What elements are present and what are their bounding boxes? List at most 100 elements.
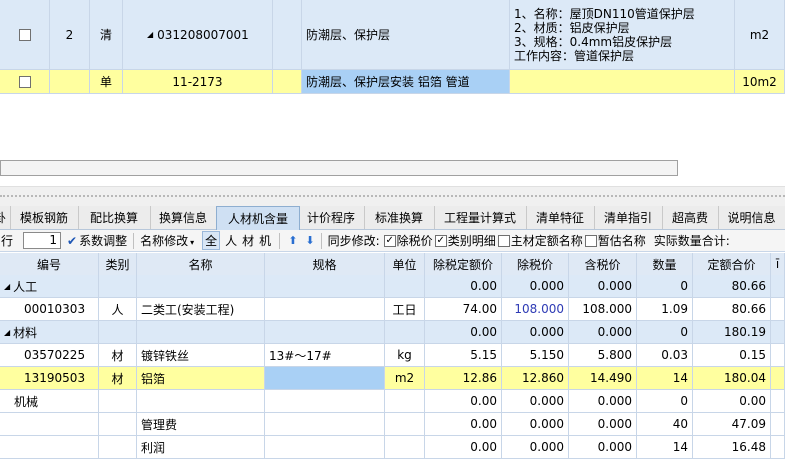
quota-total-cell[interactable]: 80.66 — [693, 275, 771, 298]
code-cell[interactable]: 00010303 — [0, 298, 99, 321]
tax-price-cell[interactable]: 0.000 — [569, 413, 637, 436]
name-cell[interactable]: 利润 — [137, 436, 265, 459]
quota-total-cell[interactable]: 180.04 — [693, 367, 771, 390]
spec-cell[interactable] — [265, 275, 385, 298]
qty-cell[interactable]: 0.03 — [637, 344, 693, 367]
tab-super-height[interactable]: 超高费 — [662, 206, 719, 229]
col-header-code[interactable]: 编号 — [0, 253, 99, 275]
more-cell[interactable] — [771, 321, 785, 344]
class-checkbox-label[interactable]: 类别明细 — [448, 232, 496, 249]
code-cell[interactable]: ◢ 人工 — [0, 275, 99, 298]
unit-cell[interactable] — [385, 413, 425, 436]
move-down-icon[interactable]: ⬇ — [305, 234, 314, 247]
more-cell[interactable] — [771, 275, 785, 298]
tab-labor-material-machine[interactable]: 人材机含量 — [216, 206, 300, 230]
table-row[interactable]: 管理费 0.00 0.000 0.000 40 47.09 — [0, 413, 785, 436]
code-cell[interactable] — [0, 436, 99, 459]
pretax-quota-cell[interactable]: 0.00 — [425, 390, 502, 413]
col-header-qty[interactable]: 数量 — [637, 253, 693, 275]
pretax-quota-cell[interactable]: 0.00 — [425, 321, 502, 344]
category-cell[interactable]: 材 — [99, 367, 137, 390]
collapse-icon[interactable]: ◢ — [147, 30, 153, 39]
name-cell[interactable]: 镀锌铁丝 — [137, 344, 265, 367]
row-checkbox[interactable] — [18, 28, 31, 41]
pretax-price-cell[interactable]: 0.000 — [502, 413, 569, 436]
pretax-price-cell[interactable]: 108.000 — [502, 298, 569, 321]
quota-total-cell[interactable]: 0.00 — [693, 390, 771, 413]
table-row[interactable]: 单 11-2173 防潮层、保护层安装 铝箔 管道 10m2 — [0, 70, 785, 94]
tax-price-cell[interactable]: 14.490 — [569, 367, 637, 390]
unit-cell[interactable] — [385, 321, 425, 344]
qty-cell[interactable]: 40 — [637, 413, 693, 436]
group-row[interactable]: ◢ 材料 0.00 0.000 0.000 0 180.19 — [0, 321, 785, 344]
splitter[interactable] — [0, 186, 785, 206]
qty-cell[interactable]: 14 — [637, 367, 693, 390]
main-checkbox-label[interactable]: 主材定额名称 — [511, 232, 583, 249]
tab-pricing-program[interactable]: 计价程序 — [298, 206, 365, 229]
code-cell[interactable]: ◢ 材料 — [0, 321, 99, 344]
unit-cell[interactable]: 工日 — [385, 298, 425, 321]
row-checkbox[interactable] — [18, 75, 31, 88]
col-header-quota-total[interactable]: 定额合价 — [693, 253, 771, 275]
unit-cell[interactable]: m2 — [385, 367, 425, 390]
tax-checkbox-label[interactable]: 除税价 — [397, 232, 433, 249]
tax-price-cell[interactable]: 108.000 — [569, 298, 637, 321]
filter-all[interactable]: 全 — [202, 231, 221, 250]
quota-total-cell[interactable]: 0.15 — [693, 344, 771, 367]
spec-cell[interactable] — [265, 436, 385, 459]
spec-cell[interactable] — [265, 321, 385, 344]
filter-labor[interactable]: 人 — [225, 232, 237, 249]
name-cell[interactable] — [137, 275, 265, 298]
code-cell[interactable]: ◢ 031208007001 — [123, 0, 273, 70]
name-modify-dropdown[interactable]: 名称修改 ▾ — [140, 232, 194, 249]
name-cell-selected[interactable]: 防潮层、保护层安装 铝箔 管道 — [302, 70, 510, 94]
main-checkbox[interactable] — [497, 234, 510, 247]
name-cell[interactable] — [137, 390, 265, 413]
table-row[interactable]: 03570225 材 镀锌铁丝 13#～17# kg 5.15 5.150 5.800 0.03… — [0, 344, 785, 367]
table-row[interactable]: 机械 0.00 0.000 0.000 0 0.00 — [0, 390, 785, 413]
tab-list-features[interactable]: 清单特征 — [526, 206, 595, 229]
category-cell[interactable] — [99, 275, 137, 298]
quota-total-cell[interactable]: 47.09 — [693, 413, 771, 436]
table-row[interactable]: 2 清 ◢ 031208007001 防潮层、保护层 1、名称：屋顶DN110管… — [0, 0, 785, 70]
more-cell[interactable] — [771, 298, 785, 321]
collapse-icon[interactable]: ◢ — [4, 328, 10, 337]
temp-checkbox-label[interactable]: 暂估名称 — [598, 232, 646, 249]
unit-cell[interactable]: kg — [385, 344, 425, 367]
pretax-quota-cell[interactable]: 5.15 — [425, 344, 502, 367]
tab-ratio[interactable]: 配比换算 — [78, 206, 151, 229]
more-cell[interactable] — [771, 367, 785, 390]
category-cell[interactable] — [99, 436, 137, 459]
pretax-price-cell[interactable]: 0.000 — [502, 321, 569, 344]
category-cell[interactable] — [99, 321, 137, 344]
col-header-pretax-price[interactable]: 除税价 — [502, 253, 569, 275]
qty-cell[interactable]: 0 — [637, 275, 693, 298]
name-cell[interactable]: 防潮层、保护层 — [302, 0, 510, 70]
name-cell[interactable]: 管理费 — [137, 413, 265, 436]
col-header-unit[interactable]: 单位 — [385, 253, 425, 275]
pretax-price-cell[interactable]: 12.860 — [502, 367, 569, 390]
spec-cell[interactable] — [265, 367, 385, 390]
more-cell[interactable] — [771, 390, 785, 413]
col-header-spec[interactable]: 规格 — [265, 253, 385, 275]
table-row[interactable]: 00010303 人 二类工(安装工程) 工日 74.00 108.000 108.000 1… — [0, 298, 785, 321]
row-checkbox-cell[interactable] — [0, 70, 50, 94]
category-cell[interactable] — [99, 390, 137, 413]
pretax-price-cell[interactable]: 0.000 — [502, 436, 569, 459]
code-cell[interactable]: 机械 — [0, 390, 99, 413]
group-row[interactable]: ◢ 人工 0.00 0.000 0.000 0 80.66 — [0, 275, 785, 298]
more-cell[interactable] — [771, 344, 785, 367]
unit-cell[interactable] — [385, 390, 425, 413]
category-cell[interactable]: 材 — [99, 344, 137, 367]
spec-cell[interactable] — [265, 390, 385, 413]
quota-total-cell[interactable]: 16.48 — [693, 436, 771, 459]
spec-cell[interactable]: 13#～17# — [265, 344, 385, 367]
quota-total-cell[interactable]: 180.19 — [693, 321, 771, 344]
qty-cell[interactable]: 1.09 — [637, 298, 693, 321]
spec-cell[interactable] — [265, 298, 385, 321]
pretax-quota-cell[interactable]: 0.00 — [425, 413, 502, 436]
qty-cell[interactable]: 0 — [637, 321, 693, 344]
horizontal-scrollbar[interactable] — [0, 160, 678, 176]
feature-cell[interactable] — [510, 70, 735, 94]
tab-standard-conversion[interactable]: 标准换算 — [364, 206, 435, 229]
